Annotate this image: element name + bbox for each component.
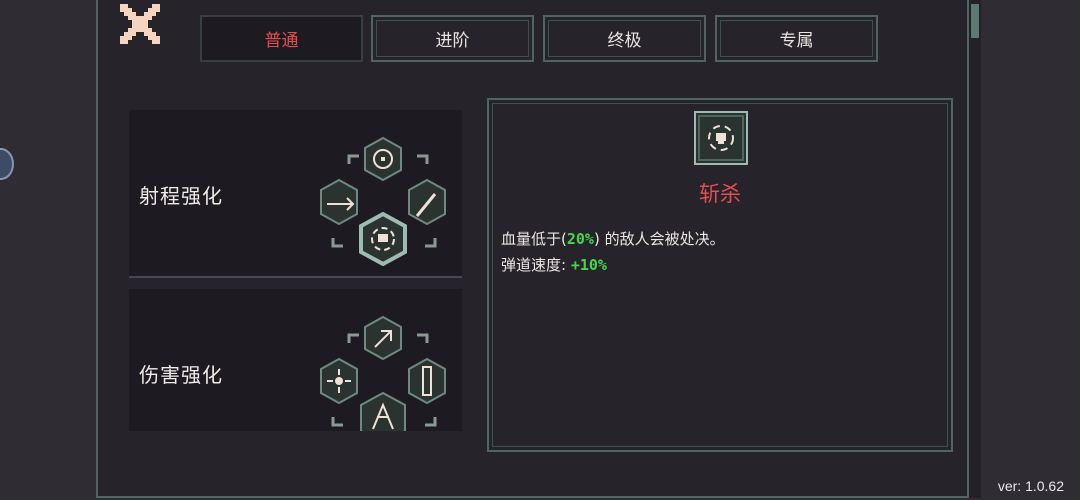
tab-exclusive[interactable]: 专属	[715, 15, 878, 62]
crosshair-icon	[364, 136, 402, 182]
threshold-value: 20%	[566, 230, 594, 248]
skill-card-damage[interactable]: 伤害强化	[129, 289, 462, 431]
stat-value: +10%	[570, 256, 607, 274]
skill-name: 射程强化	[139, 184, 223, 208]
stat-label: 弹道速度:	[501, 256, 567, 274]
tab-label: 专属	[779, 31, 814, 51]
desc-text: 的敌人会被处决。	[604, 230, 725, 248]
scrollbar-thumb[interactable]	[971, 4, 979, 38]
skill-detail-panel: 斩杀 血量低于(20%) 的敌人会被处决。 弹道速度: +10%	[487, 98, 953, 452]
skill-description-line1: 血量低于(20%) 的敌人会被处决。	[501, 228, 725, 249]
skill-description-line2: 弹道速度: +10%	[501, 254, 607, 275]
card-divider	[129, 276, 462, 278]
desc-paren-close: )	[593, 230, 600, 248]
arrow-up-icon	[364, 315, 402, 361]
desc-text: 血量低于	[501, 230, 562, 248]
scrollbar[interactable]	[967, 0, 981, 498]
skill-name: 伤害强化	[139, 363, 223, 387]
skill-card-range[interactable]: 射程强化	[129, 110, 462, 276]
skull-target-icon	[694, 111, 748, 165]
skill-tree-range[interactable]	[317, 134, 449, 266]
tab-ultimate[interactable]: 终极	[543, 15, 706, 62]
close-x-icon	[120, 4, 160, 44]
skill-title: 斩杀	[699, 182, 741, 206]
tab-label: 进阶	[435, 31, 470, 51]
close-button[interactable]	[120, 4, 160, 44]
spider-icon	[360, 391, 406, 431]
tab-advanced[interactable]: 进阶	[371, 15, 534, 62]
tab-label: 普通	[264, 31, 299, 51]
version-label: ver: 1.0.62	[997, 478, 1064, 494]
skill-tree-damage[interactable]	[317, 313, 449, 431]
bullet-icon	[408, 357, 446, 405]
bow-icon	[320, 178, 358, 226]
skull-target-icon	[359, 211, 407, 266]
tab-label: 终极	[607, 31, 642, 51]
tab-normal[interactable]: 普通	[200, 15, 363, 62]
side-bubble[interactable]	[0, 148, 14, 180]
burst-icon	[320, 357, 358, 405]
dagger-icon	[408, 178, 446, 226]
